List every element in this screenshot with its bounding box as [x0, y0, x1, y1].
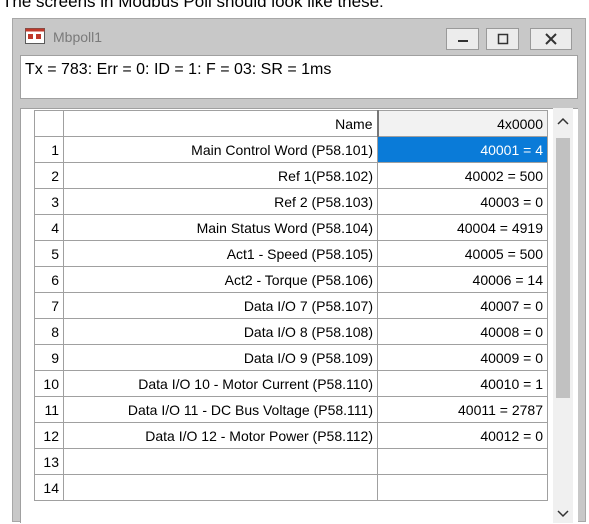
scroll-thumb[interactable]: [556, 138, 570, 398]
name-cell[interactable]: Data I/O 9 (P58.109): [63, 344, 378, 371]
row-number: 11: [34, 396, 64, 423]
table-row[interactable]: 9 Data I/O 9 (P58.109) 40009 = 0: [34, 344, 548, 371]
value-cell[interactable]: 40008 = 0: [377, 318, 548, 345]
register-grid: Name 4x0000 1 Main Control Word (P58.101)…: [20, 108, 578, 523]
table-row[interactable]: 6 Act2 - Torque (P58.106) 40006 = 14: [34, 266, 548, 293]
header-row: Name 4x0000: [34, 110, 548, 137]
mbpoll-window: Mbpoll1 Tx = 783: Err = 0: ID = 1: F = 0…: [12, 18, 586, 523]
minimize-icon: [457, 40, 468, 42]
table-row[interactable]: 12 Data I/O 12 - Motor Power (P58.112) 400…: [34, 422, 548, 449]
table-row[interactable]: 8 Data I/O 8 (P58.108) 40008 = 0: [34, 318, 548, 345]
value-cell[interactable]: 40005 = 500: [377, 240, 548, 267]
value-column-header[interactable]: 4x0000: [377, 110, 548, 137]
minimize-button[interactable]: [446, 28, 479, 50]
table-row[interactable]: 3 Ref 2 (P58.103) 40003 = 0: [34, 188, 548, 215]
name-cell[interactable]: Ref 2 (P58.103): [63, 188, 378, 215]
value-cell[interactable]: 40011 = 2787: [377, 396, 548, 423]
status-line: Tx = 783: Err = 0: ID = 1: F = 03: SR = …: [20, 55, 578, 99]
name-cell[interactable]: Main Control Word (P58.101): [63, 136, 378, 163]
name-cell[interactable]: [63, 474, 378, 501]
row-number-header: [34, 110, 64, 137]
scroll-up-button[interactable]: [553, 111, 573, 131]
value-cell[interactable]: [377, 448, 548, 475]
chevron-up-icon: [557, 117, 569, 125]
row-number: 14: [34, 474, 64, 501]
name-cell[interactable]: Act1 - Speed (P58.105): [63, 240, 378, 267]
value-cell[interactable]: 40004 = 4919: [377, 214, 548, 241]
row-number: 9: [34, 344, 64, 371]
name-cell[interactable]: Ref 1(P58.102): [63, 162, 378, 189]
row-number: 10: [34, 370, 64, 397]
table-row[interactable]: 4 Main Status Word (P58.104) 40004 = 4919: [34, 214, 548, 241]
row-number: 6: [34, 266, 64, 293]
table-row[interactable]: 2 Ref 1(P58.102) 40002 = 500: [34, 162, 548, 189]
table-row[interactable]: 7 Data I/O 7 (P58.107) 40007 = 0: [34, 292, 548, 319]
value-cell[interactable]: [377, 474, 548, 501]
value-cell[interactable]: 40007 = 0: [377, 292, 548, 319]
name-cell[interactable]: Data I/O 12 - Motor Power (P58.112): [63, 422, 378, 449]
table-row[interactable]: 11 Data I/O 11 - DC Bus Voltage (P58.111)…: [34, 396, 548, 423]
table-row[interactable]: 1 Main Control Word (P58.101) 40001 = 4: [34, 136, 548, 163]
row-number: 2: [34, 162, 64, 189]
value-cell[interactable]: 40001 = 4: [377, 136, 548, 163]
row-number: 8: [34, 318, 64, 345]
maximize-icon: [497, 33, 508, 45]
row-number: 13: [34, 448, 64, 475]
value-cell[interactable]: 40009 = 0: [377, 344, 548, 371]
mbpoll-app-icon: [25, 28, 45, 44]
name-cell[interactable]: Act2 - Torque (P58.106): [63, 266, 378, 293]
name-column-header[interactable]: Name: [63, 110, 379, 137]
value-cell[interactable]: 40002 = 500: [377, 162, 548, 189]
close-button[interactable]: [530, 28, 572, 50]
table-row[interactable]: 5 Act1 - Speed (P58.105) 40005 = 500: [34, 240, 548, 267]
table-row[interactable]: 14: [34, 474, 548, 501]
value-cell[interactable]: 40006 = 14: [377, 266, 548, 293]
register-table: Name 4x0000 1 Main Control Word (P58.101)…: [34, 110, 548, 501]
name-cell[interactable]: Data I/O 10 - Motor Current (P58.110): [63, 370, 378, 397]
row-number: 1: [34, 136, 64, 163]
name-cell[interactable]: Data I/O 11 - DC Bus Voltage (P58.111): [63, 396, 378, 423]
name-cell[interactable]: Data I/O 7 (P58.107): [63, 292, 378, 319]
vertical-scrollbar[interactable]: [553, 108, 573, 523]
table-row[interactable]: 13: [34, 448, 548, 475]
row-number: 12: [34, 422, 64, 449]
row-number: 5: [34, 240, 64, 267]
chevron-down-icon: [557, 510, 569, 518]
row-number: 3: [34, 188, 64, 215]
page-caption: The screens in Modbus Poll should look l…: [2, 0, 384, 11]
close-icon: [545, 33, 557, 45]
value-cell[interactable]: 40003 = 0: [377, 188, 548, 215]
name-cell[interactable]: Data I/O 8 (P58.108): [63, 318, 378, 345]
row-number: 7: [34, 292, 64, 319]
name-cell[interactable]: [63, 448, 378, 475]
value-cell[interactable]: 40010 = 1: [377, 370, 548, 397]
title-bar[interactable]: Mbpoll1: [13, 19, 585, 55]
table-row[interactable]: 10 Data I/O 10 - Motor Current (P58.110) 4…: [34, 370, 548, 397]
value-cell[interactable]: 40012 = 0: [377, 422, 548, 449]
window-title: Mbpoll1: [53, 29, 103, 45]
row-number: 4: [34, 214, 64, 241]
name-cell[interactable]: Main Status Word (P58.104): [63, 214, 378, 241]
maximize-button[interactable]: [486, 28, 519, 50]
status-text: Tx = 783: Err = 0: ID = 1: F = 03: SR = …: [25, 61, 332, 78]
scroll-down-button[interactable]: [553, 504, 573, 524]
